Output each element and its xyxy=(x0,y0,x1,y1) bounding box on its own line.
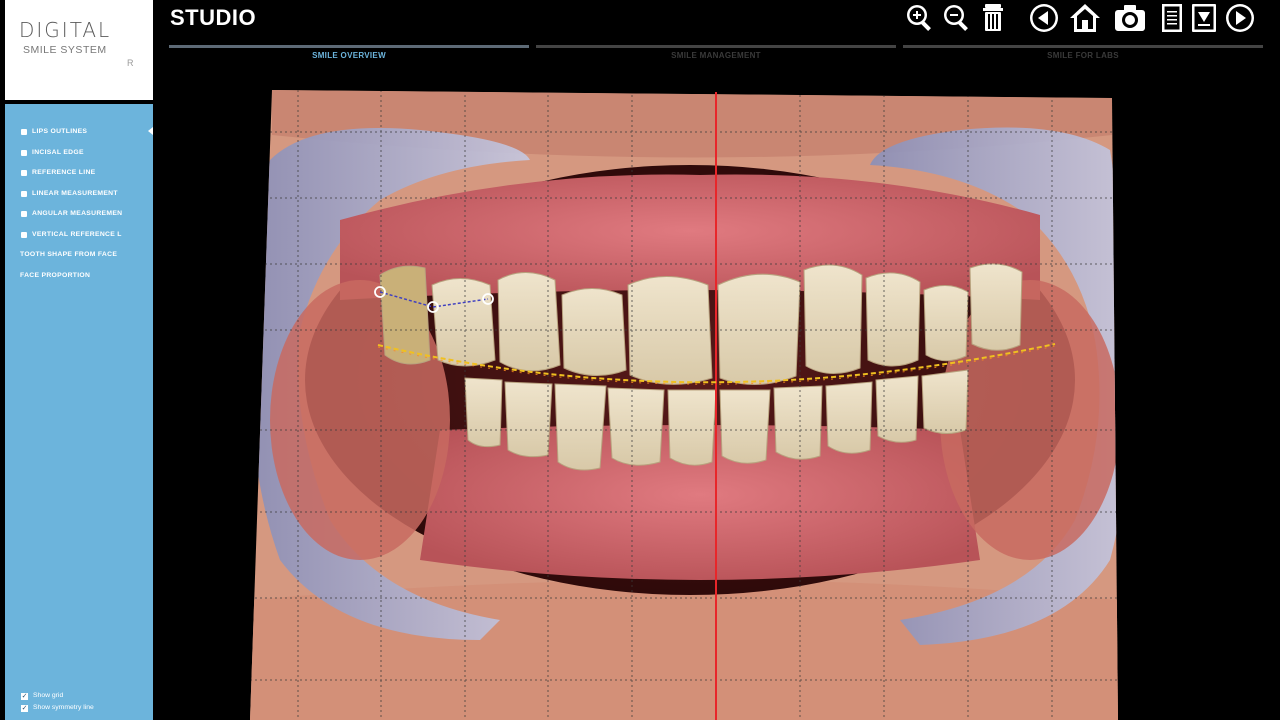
tool-checkbox[interactable] xyxy=(21,170,27,176)
notes-icon[interactable] xyxy=(1156,2,1188,34)
tool-label: INCISAL EDGE xyxy=(32,148,84,156)
tab-indicator xyxy=(536,45,896,48)
logo-line-1: DIGITAL xyxy=(19,18,112,42)
tool-item[interactable]: REFERENCE LINE xyxy=(5,165,153,186)
tab-1[interactable]: SMILE MANAGEMENT xyxy=(536,45,896,65)
zoom-in-icon[interactable] xyxy=(904,2,936,34)
tool-label: ANGULAR MEASUREMEN xyxy=(32,210,123,217)
tool-item[interactable]: FACE PROPORTION xyxy=(5,268,153,289)
tool-checkbox[interactable] xyxy=(21,149,27,156)
tab-0[interactable]: SMILE OVERVIEW xyxy=(169,45,529,65)
tool-item[interactable]: TOOTH SHAPE FROM FACE xyxy=(5,247,153,268)
download-icon[interactable] xyxy=(1188,2,1220,34)
tool-item[interactable]: ANGULAR MEASUREMEN xyxy=(5,206,153,227)
home-icon[interactable] xyxy=(1068,2,1100,34)
logo-registered-mark: R xyxy=(127,58,134,68)
photo-canvas[interactable] xyxy=(0,0,1280,720)
tool-checkbox[interactable] xyxy=(21,190,27,197)
tab-2[interactable]: SMILE FOR LABS xyxy=(903,45,1263,65)
tab-label: SMILE MANAGEMENT xyxy=(671,51,761,60)
intraoral-photo xyxy=(250,90,1118,720)
display-option[interactable]: ✓ Show grid xyxy=(21,692,151,704)
tool-label: TOOTH SHAPE FROM FACE xyxy=(20,251,118,258)
tool-item[interactable]: LIPS OUTLINES xyxy=(5,124,153,145)
tool-item[interactable]: INCISAL EDGE xyxy=(5,145,153,166)
app-logo: DIGITAL SMILE SYSTEM R xyxy=(5,0,153,100)
option-label: Show grid xyxy=(33,692,64,699)
tool-item[interactable]: VERTICAL REFERENCE L xyxy=(5,227,153,248)
display-option[interactable]: ✓ Show symmetry line xyxy=(21,704,151,716)
tool-list: LIPS OUTLINES INCISAL EDGE REFERENCE LINE L… xyxy=(5,124,153,288)
tool-label: FACE PROPORTION xyxy=(20,271,91,279)
camera-icon[interactable] xyxy=(1113,2,1145,34)
selected-arrow-icon xyxy=(148,127,153,135)
tool-item[interactable]: LINEAR MEASUREMENT xyxy=(5,186,153,207)
tool-label: LIPS OUTLINES xyxy=(32,128,88,135)
back-icon[interactable] xyxy=(1028,2,1060,34)
tab-label: SMILE OVERVIEW xyxy=(312,51,386,60)
forward-icon[interactable] xyxy=(1224,2,1256,34)
option-label: Show symmetry line xyxy=(33,703,94,711)
page-title: STUDIO xyxy=(170,5,257,30)
logo-line-2: SMILE SYSTEM xyxy=(23,44,107,56)
checkbox[interactable]: ✓ xyxy=(21,693,28,700)
tool-label: VERTICAL REFERENCE L xyxy=(32,230,122,238)
display-options: ✓ Show grid ✓ Show symmetry line xyxy=(21,692,151,715)
zoom-out-icon[interactable] xyxy=(941,2,973,34)
tool-checkbox[interactable] xyxy=(21,129,27,135)
trash-icon[interactable] xyxy=(978,2,1010,34)
tool-label: LINEAR MEASUREMENT xyxy=(32,189,118,197)
tool-checkbox[interactable] xyxy=(21,211,27,217)
tab-indicator xyxy=(903,45,1263,48)
tab-label: SMILE FOR LABS xyxy=(1047,51,1119,60)
tab-bar: SMILE OVERVIEW SMILE MANAGEMENT SMILE FOR … xyxy=(169,45,1263,65)
tool-label: REFERENCE LINE xyxy=(32,169,96,176)
sidebar: LIPS OUTLINES INCISAL EDGE REFERENCE LINE L… xyxy=(5,104,153,720)
tab-indicator xyxy=(169,45,529,48)
checkbox[interactable]: ✓ xyxy=(21,704,28,712)
toolbar xyxy=(904,2,1264,34)
tool-checkbox[interactable] xyxy=(21,231,27,238)
